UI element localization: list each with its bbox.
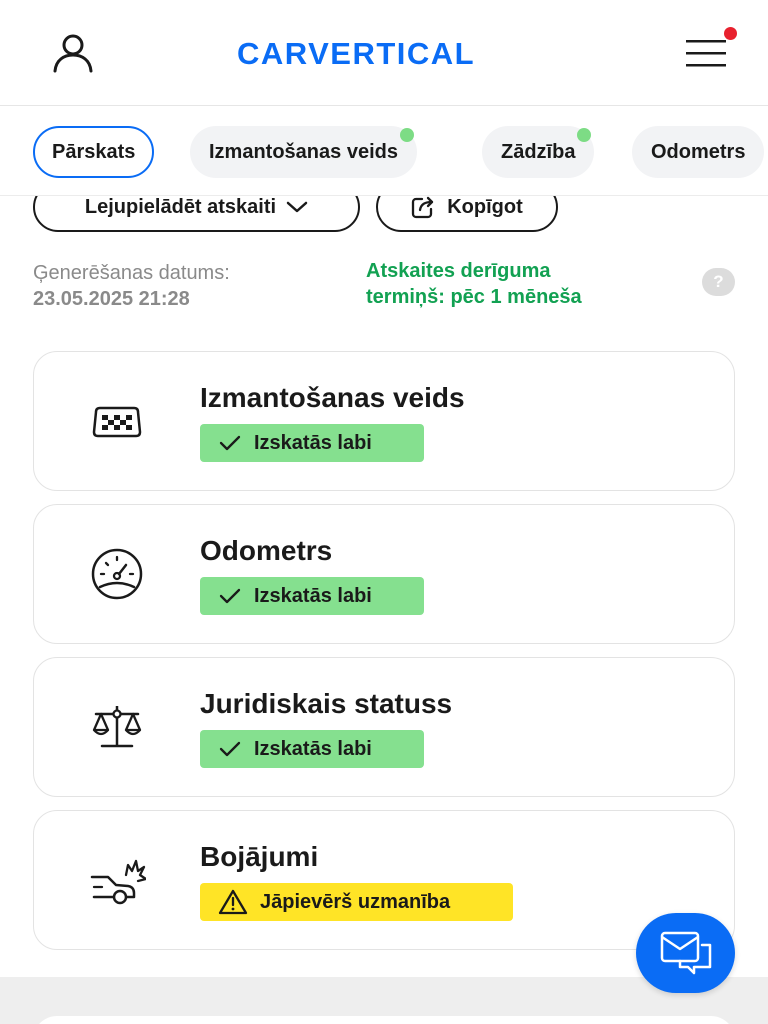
tab-label: Odometrs	[651, 141, 746, 163]
validity-line-2: termiņš: pēc 1 mēneša	[366, 286, 582, 308]
status-badge: Jāpievērš uzmanība	[200, 883, 513, 921]
user-account-button[interactable]	[52, 33, 94, 73]
car-crash-icon	[88, 853, 148, 907]
taxi-sign-icon	[88, 394, 146, 448]
report-validity: Atskaites derīguma termiņš: pēc 1 mēneša	[366, 258, 582, 310]
checkmark-icon	[219, 588, 241, 604]
tab-label: Pārskats	[52, 141, 136, 163]
notification-dot	[724, 27, 737, 40]
tab-label: Izmantošanas veids	[209, 141, 398, 163]
usage-type-card[interactable]: Izmantošanas veids Izskatās labi	[33, 351, 735, 491]
card-title: Juridiskais statuss	[200, 688, 453, 719]
chat-button[interactable]	[636, 913, 735, 993]
tab-label: Zādzība	[501, 141, 576, 163]
generation-date-value: 23.05.2025 21:28	[33, 288, 190, 310]
generation-date-label: Ģenerēšanas datums:	[33, 262, 230, 284]
card-title: Bojājumi	[200, 841, 319, 872]
damages-card[interactable]: Bojājumi Jāpievērš uzmanība	[33, 810, 735, 950]
validity-line-1: Atskaites derīguma	[366, 260, 551, 282]
tab-usage-type[interactable]: Izmantošanas veids	[190, 126, 417, 178]
speedometer-icon	[88, 547, 146, 601]
app-header: CARVERTICAL	[0, 0, 768, 106]
help-icon[interactable]: ?	[702, 268, 735, 296]
legal-status-card[interactable]: Juridiskais statuss Izskatās labi	[33, 657, 735, 797]
status-badge: Izskatās labi	[200, 577, 424, 615]
status-label: Izskatās labi	[254, 584, 372, 607]
carvertical-logo[interactable]: CARVERTICAL	[237, 34, 475, 74]
menu-button[interactable]	[684, 36, 728, 70]
tab-indicator-dot	[577, 128, 592, 142]
warning-triangle-icon	[218, 889, 248, 915]
tab-odometer[interactable]: Odometrs	[632, 126, 765, 178]
chat-messages-icon	[660, 931, 711, 975]
status-badge: Izskatās labi	[200, 730, 424, 768]
card-title: Odometrs	[200, 535, 333, 566]
report-actions: Lejupielādēt atskaiti Kopīgot	[0, 196, 768, 236]
next-card-peek	[33, 1016, 735, 1024]
download-report-button[interactable]: Lejupielādēt atskaiti	[33, 196, 360, 232]
chevron-down-icon	[286, 201, 308, 213]
report-tabs: Pārskats Izmantošanas veids Zādzība Odom…	[0, 106, 768, 196]
hamburger-menu-icon	[686, 40, 726, 67]
share-button[interactable]: Kopīgot	[376, 196, 558, 232]
status-label: Jāpievērš uzmanība	[260, 890, 451, 913]
user-icon	[53, 34, 93, 73]
share-label: Kopīgot	[447, 196, 523, 218]
tab-theft[interactable]: Zādzība	[482, 126, 595, 178]
checkmark-icon	[219, 741, 241, 757]
tab-overview[interactable]: Pārskats	[33, 126, 155, 178]
generation-info: Ģenerēšanas datums: 23.05.2025 21:28	[33, 260, 230, 312]
share-icon	[412, 196, 434, 219]
status-badge: Izskatās labi	[200, 424, 424, 462]
odometer-card[interactable]: Odometrs Izskatās labi	[33, 504, 735, 644]
scales-icon	[88, 700, 146, 754]
status-label: Izskatās labi	[254, 431, 372, 454]
card-title: Izmantošanas veids	[200, 382, 465, 413]
status-label: Izskatās labi	[254, 737, 372, 760]
tab-indicator-dot	[399, 128, 414, 142]
checkmark-icon	[219, 435, 241, 451]
download-report-label: Lejupielādēt atskaiti	[84, 196, 277, 218]
